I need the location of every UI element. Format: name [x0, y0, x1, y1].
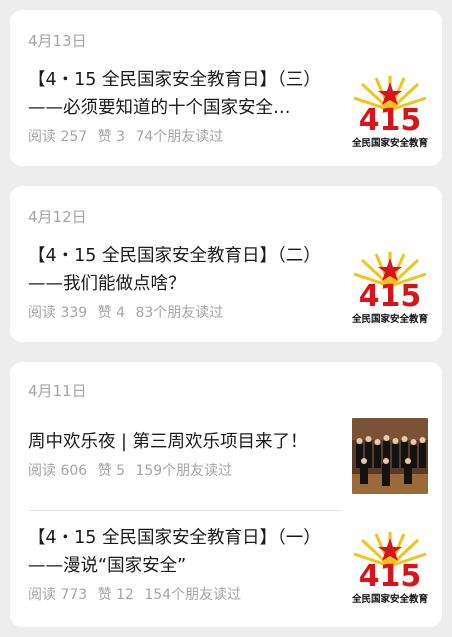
article-title: 【4・15 全民国家安全教育日】（一） ——漫说“国家安全” — [28, 528, 321, 576]
article-meta: 阅读 773 赞 12 154个朋友读过 — [28, 584, 247, 604]
article-title: 周中欢乐夜 | 第三周欢乐项目来了！ — [28, 432, 308, 452]
poster-415-image: 415 全民国家安全教育 — [352, 252, 428, 325]
article-thumbnail: 415 全民国家安全教育 — [352, 252, 428, 328]
poster-415-image: 415 全民国家安全教育 — [352, 532, 428, 605]
poster-415-image: 415 全民国家安全教育 — [352, 76, 428, 149]
svg-text:415: 415 — [359, 559, 422, 594]
date-header: 4月12日 — [28, 208, 87, 226]
friends-read: 154个朋友读过 — [144, 587, 242, 603]
article-thumbnail — [352, 418, 428, 494]
like-count: 赞 5 — [97, 463, 125, 479]
article-thumbnail: 415 全民国家安全教育 — [352, 76, 428, 152]
read-count: 阅读 773 — [28, 587, 88, 603]
date-header: 4月13日 — [28, 32, 87, 50]
date-group-card: 4月13日 【4・15 全民国家安全教育日】（三） ——必须要知道的十个国家安全… — [10, 10, 442, 166]
date-header: 4月11日 — [28, 382, 87, 400]
like-count: 赞 12 — [97, 587, 134, 603]
read-count: 阅读 339 — [28, 305, 88, 321]
friends-read: 83个朋友读过 — [135, 305, 224, 321]
article-item[interactable]: 【4・15 全民国家安全教育日】（三） ——必须要知道的十个国家安全… 阅读 2… — [10, 66, 442, 162]
svg-text:415: 415 — [359, 279, 422, 314]
article-title: 【4・15 全民国家安全教育日】（三） ——必须要知道的十个国家安全… — [28, 70, 321, 118]
svg-text:全民国家安全教育: 全民国家安全教育 — [352, 313, 428, 325]
choir-photo-image — [352, 418, 428, 494]
read-count: 阅读 606 — [28, 463, 88, 479]
article-meta: 阅读 339 赞 4 83个朋友读过 — [28, 302, 229, 322]
article-thumbnail: 415 全民国家安全教育 — [352, 532, 428, 608]
article-item[interactable]: 【4・15 全民国家安全教育日】（二） ——我们能做点啥？ 阅读 339 赞 4… — [10, 242, 442, 338]
article-item[interactable]: 【4・15 全民国家安全教育日】（一） ——漫说“国家安全” 阅读 773 赞 … — [10, 522, 442, 622]
svg-text:全民国家安全教育: 全民国家安全教育 — [352, 137, 428, 149]
date-group-card: 4月12日 【4・15 全民国家安全教育日】（二） ——我们能做点啥？ 阅读 3… — [10, 186, 442, 342]
date-group-card: 4月11日 周中欢乐夜 | 第三周欢乐项目来了！ 阅读 606 赞 5 159个… — [10, 362, 442, 627]
article-divider — [28, 510, 342, 511]
article-meta: 阅读 257 赞 3 74个朋友读过 — [28, 126, 229, 146]
svg-text:全民国家安全教育: 全民国家安全教育 — [352, 593, 428, 605]
read-count: 阅读 257 — [28, 129, 88, 145]
like-count: 赞 4 — [97, 305, 125, 321]
friends-read: 159个朋友读过 — [135, 463, 233, 479]
article-item[interactable]: 周中欢乐夜 | 第三周欢乐项目来了！ 阅读 606 赞 5 159个朋友读过 — [10, 418, 442, 506]
article-title: 【4・15 全民国家安全教育日】（二） ——我们能做点啥？ — [28, 246, 321, 294]
friends-read: 74个朋友读过 — [135, 129, 224, 145]
article-meta: 阅读 606 赞 5 159个朋友读过 — [28, 460, 238, 480]
svg-text:415: 415 — [359, 103, 422, 138]
like-count: 赞 3 — [97, 129, 125, 145]
